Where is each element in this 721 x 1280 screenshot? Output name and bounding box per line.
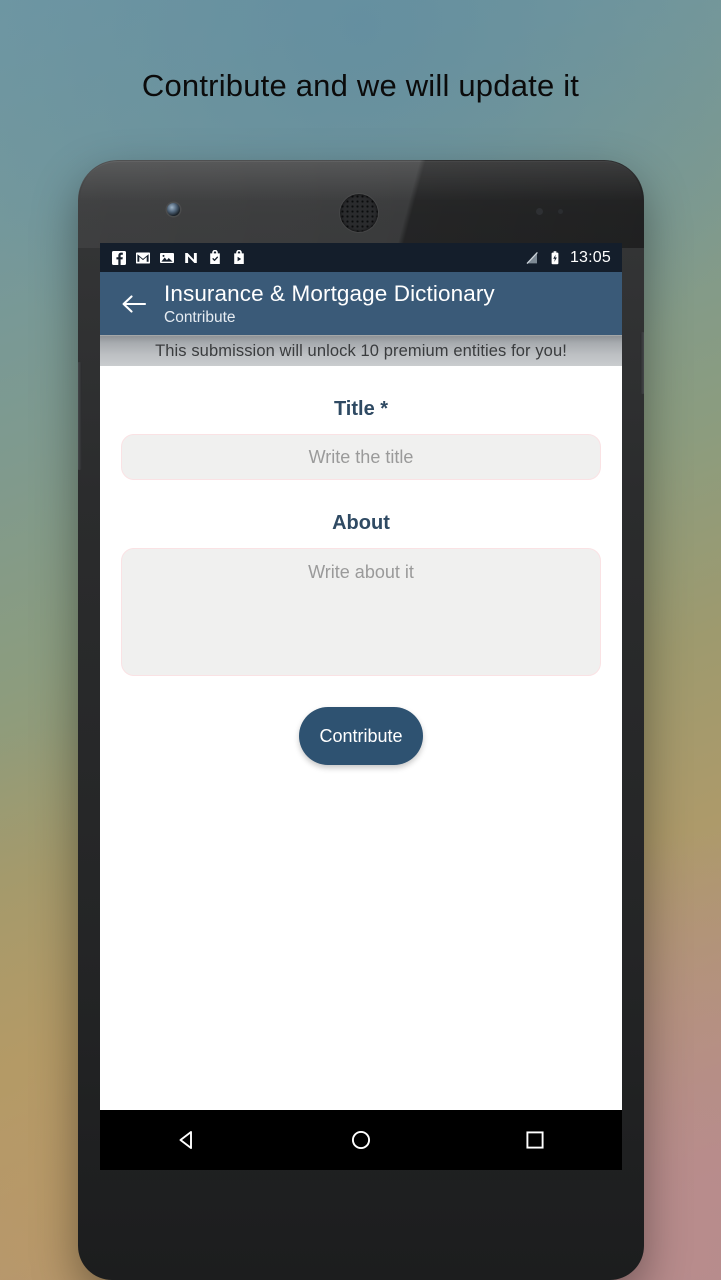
about-input-placeholder: Write about it <box>308 562 414 582</box>
nav-home-icon <box>351 1130 371 1150</box>
no-signal-icon <box>526 251 538 264</box>
nav-back-icon <box>179 1131 192 1149</box>
about-input[interactable]: Write about it <box>121 548 601 676</box>
page-title: Contribute and we will update it <box>141 68 580 103</box>
nav-back-button[interactable] <box>155 1110 219 1170</box>
phone-screen: 13:05 Insurance & Mortgage Dictionary Co… <box>100 243 622 1170</box>
promo-banner-text: This submission will unlock 10 premium e… <box>155 341 567 360</box>
light-sensor-icon <box>558 209 563 214</box>
contribute-form: Title * Write the title About Write abou… <box>100 398 622 1170</box>
facebook-icon <box>112 250 126 265</box>
battery-charging-icon <box>551 250 559 264</box>
back-button[interactable] <box>114 284 154 324</box>
nav-recents-icon <box>526 1131 544 1149</box>
app-bar: Insurance & Mortgage Dictionary Contribu… <box>100 272 622 335</box>
status-notification-icons <box>111 249 247 266</box>
status-system-icons: 13:05 <box>524 249 611 267</box>
android-navigation-bar <box>100 1110 622 1170</box>
back-arrow-icon <box>122 294 147 313</box>
play-store-bag-icon <box>234 249 244 264</box>
app-bar-title: Insurance & Mortgage Dictionary <box>164 280 495 306</box>
nav-recents-button[interactable] <box>503 1110 567 1170</box>
status-bar: 13:05 <box>100 243 622 272</box>
photos-icon <box>160 252 174 263</box>
contribute-button[interactable]: Contribute <box>299 707 423 765</box>
proximity-sensor-icon <box>536 208 543 215</box>
app-bar-titles: Insurance & Mortgage Dictionary Contribu… <box>164 281 495 327</box>
power-button[interactable] <box>640 332 644 394</box>
title-input[interactable]: Write the title <box>121 434 601 480</box>
title-input-placeholder: Write the title <box>308 446 414 467</box>
gmail-icon <box>136 252 150 263</box>
title-field-label: Title * <box>333 398 389 420</box>
phone-device-frame: 13:05 Insurance & Mortgage Dictionary Co… <box>78 160 644 1280</box>
bag-check-icon <box>210 249 220 264</box>
about-field-label: About <box>332 512 390 534</box>
volume-rocker-button[interactable] <box>78 362 82 470</box>
nav-home-button[interactable] <box>329 1110 393 1170</box>
nova-launcher-icon <box>185 252 197 263</box>
status-clock: 13:05 <box>569 248 611 266</box>
earpiece-speaker-icon <box>340 194 378 232</box>
front-camera-icon <box>167 203 180 216</box>
app-bar-subtitle: Contribute <box>164 308 236 326</box>
promo-banner: This submission will unlock 10 premium e… <box>100 335 622 366</box>
